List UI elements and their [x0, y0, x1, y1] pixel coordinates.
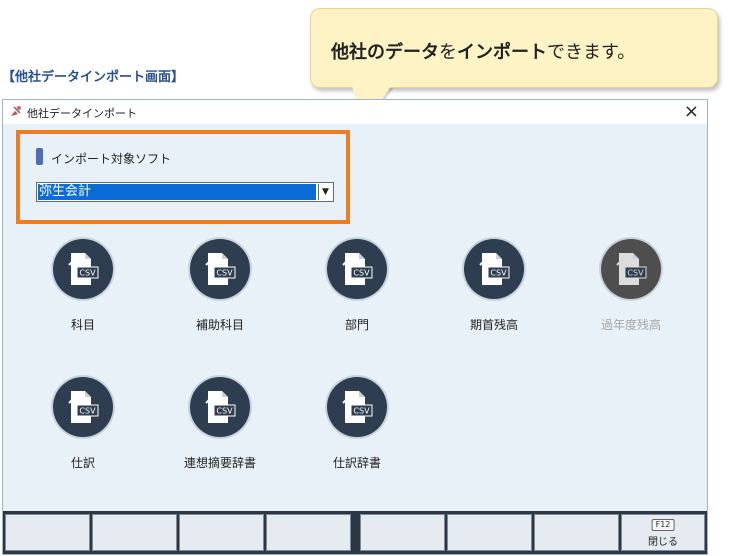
csv-label: CSV: [79, 407, 96, 416]
tile-icon-circle: CSV: [327, 239, 387, 299]
tile-label: 科目: [70, 318, 95, 332]
csv-file-icon: CSV: [68, 253, 99, 285]
import-tile-6[interactable]: CSV 連想摘要辞書: [165, 377, 275, 477]
csv-file-icon: CSV: [342, 391, 373, 423]
callout-bold-1: 他社のデータ: [331, 42, 439, 63]
close-button[interactable]: F12 閉じる: [621, 514, 705, 551]
csv-file-icon: CSV: [205, 391, 236, 423]
csv-label: CSV: [627, 269, 644, 278]
function-key-bar: F12 閉じる: [3, 511, 707, 554]
import-tile-7[interactable]: CSV 仕訳辞書: [302, 377, 412, 477]
function-key-1[interactable]: [5, 514, 90, 551]
import-tile-4: CSV 過年度残高: [576, 239, 686, 339]
tile-icon-circle: CSV: [190, 239, 250, 299]
tile-icon-circle: CSV: [464, 239, 524, 299]
csv-file-icon: CSV: [342, 253, 373, 285]
import-tile-2[interactable]: CSV 部門: [302, 239, 412, 339]
tile-icon-circle: CSV: [190, 377, 250, 437]
callout-bubble: 他社のデータをインポートできます。: [310, 8, 718, 88]
tile-label: 期首残高: [469, 318, 518, 332]
import-tile-5[interactable]: CSV 仕訳: [28, 377, 138, 477]
tile-icon-circle: CSV: [327, 377, 387, 437]
chevron-down-icon[interactable]: ▼: [318, 184, 332, 200]
import-tile-1[interactable]: CSV 補助科目: [165, 239, 275, 339]
function-key-2[interactable]: [92, 514, 177, 551]
csv-file-icon: CSV: [616, 253, 647, 285]
function-key-tag: F12: [651, 519, 675, 531]
target-software-value: 弥生会計: [38, 184, 316, 200]
window-title: 他社データインポート: [27, 107, 137, 120]
function-key-6[interactable]: [447, 514, 532, 551]
tile-icon-circle: CSV: [601, 239, 661, 299]
function-key-label: 閉じる: [648, 537, 678, 548]
csv-label: CSV: [216, 269, 233, 278]
tile-label: 部門: [344, 318, 369, 332]
csv-label: CSV: [490, 269, 507, 278]
function-key-4[interactable]: [266, 514, 351, 551]
callout-text: 他社のデータをインポートできます。: [331, 38, 635, 64]
import-window: 他社データインポート × インポート対象ソフト 弥生会計 ▼ CSV 科目 CSV 補…: [2, 99, 708, 555]
screen: 【他社データインポート画面】 他社のデータをインポートできます。 他社データイン…: [0, 0, 730, 556]
tile-label: 補助科目: [195, 318, 244, 332]
function-key-3[interactable]: [179, 514, 264, 551]
title-bar: 他社データインポート ×: [3, 100, 707, 124]
tile-label: 連想摘要辞書: [183, 456, 256, 470]
function-key-5[interactable]: [360, 514, 445, 551]
callout-plain-1: を: [439, 42, 457, 63]
tile-label: 仕訳辞書: [332, 456, 381, 470]
csv-file-icon: CSV: [479, 253, 510, 285]
csv-file-icon: CSV: [68, 391, 99, 423]
import-tile-3[interactable]: CSV 期首残高: [439, 239, 549, 339]
csv-label: CSV: [353, 407, 370, 416]
function-key-7[interactable]: [534, 514, 619, 551]
tile-label: 仕訳: [70, 456, 95, 470]
csv-label: CSV: [353, 269, 370, 278]
page-caption: 【他社データインポート画面】: [2, 70, 185, 85]
tile-label: 過年度残高: [600, 318, 661, 332]
close-icon[interactable]: ×: [684, 101, 699, 122]
target-software-label: インポート対象ソフト: [51, 152, 172, 166]
csv-file-icon: CSV: [205, 253, 236, 285]
tile-icon-circle: CSV: [53, 377, 113, 437]
section-marker: [36, 148, 43, 165]
import-tile-0[interactable]: CSV 科目: [28, 239, 138, 339]
target-software-select[interactable]: 弥生会計 ▼: [36, 182, 334, 202]
csv-label: CSV: [216, 407, 233, 416]
tile-icon-circle: CSV: [53, 239, 113, 299]
csv-label: CSV: [79, 269, 96, 278]
callout-bold-2: インポート: [457, 42, 547, 63]
target-software-panel: インポート対象ソフト 弥生会計 ▼: [16, 130, 350, 224]
app-icon: [11, 106, 21, 116]
callout-plain-2: できます。: [547, 42, 636, 63]
